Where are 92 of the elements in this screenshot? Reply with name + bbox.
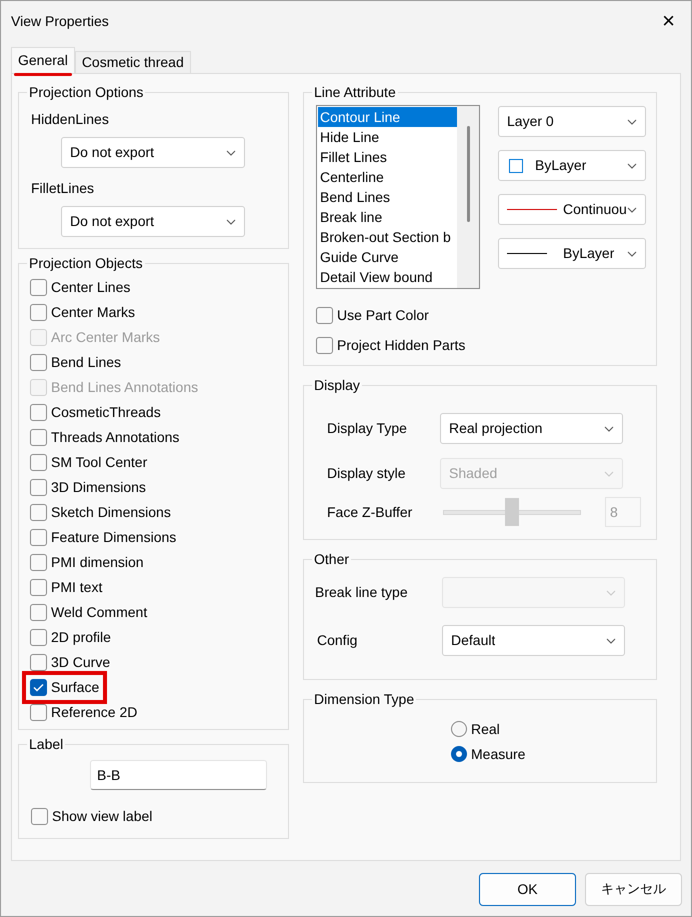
checkbox[interactable]	[30, 604, 47, 621]
dropdown[interactable]: ByLayer	[498, 238, 646, 269]
checkbox[interactable]	[30, 529, 47, 546]
list-item[interactable]: Break line	[318, 207, 457, 227]
chevron-down-icon	[627, 206, 637, 212]
chevron-down-icon	[226, 150, 236, 156]
chevron-down-icon	[627, 162, 637, 168]
dropdown[interactable]: Continuou	[498, 194, 646, 225]
scrollbar[interactable]	[457, 106, 479, 288]
line-sample-icon	[507, 253, 547, 254]
checkbox[interactable]	[30, 654, 47, 671]
radio-button[interactable]	[451, 721, 467, 737]
checkbox[interactable]	[316, 337, 333, 354]
list-item[interactable]: Fillet Lines	[318, 147, 457, 167]
checkbox-label: PMI dimension	[51, 553, 144, 572]
chevron-down-icon	[604, 426, 614, 432]
checkbox[interactable]	[30, 479, 47, 496]
checkbox-label: PMI text	[51, 578, 102, 597]
checkbox-label: 3D Curve	[51, 653, 110, 672]
list-item[interactable]: Detail View bound	[318, 267, 457, 287]
list-item[interactable]: Guide Curve	[318, 247, 457, 267]
checkbox[interactable]	[30, 454, 47, 471]
dropdown[interactable]: Do not export	[61, 206, 245, 237]
radio-button[interactable]	[451, 746, 467, 762]
field-label: Face Z-Buffer	[327, 502, 414, 522]
chevron-down-icon	[226, 218, 236, 224]
underline-annotation	[14, 73, 72, 76]
dropdown[interactable]: ByLayer	[498, 150, 646, 181]
check-icon	[33, 683, 44, 692]
checkbox-label: Center Marks	[51, 303, 136, 322]
checkbox[interactable]	[30, 554, 47, 571]
chevron-down-icon	[627, 118, 637, 124]
checkbox-label: Surface	[51, 678, 100, 697]
radio-label: Real	[471, 720, 500, 738]
checkbox-label: Threads Annotations	[51, 428, 180, 447]
ok-button[interactable]: OK	[479, 873, 576, 906]
window-title: View Properties	[11, 12, 109, 31]
field-label: Config	[316, 631, 358, 650]
checkbox[interactable]	[30, 354, 47, 371]
checkbox-label: Use Part Color	[337, 306, 429, 325]
checkbox-label: Arc Center Marks	[51, 328, 160, 347]
checkbox-label: CosmeticThreads	[51, 403, 161, 422]
field-label: Display Type	[327, 419, 408, 438]
field-label: HiddenLines	[31, 110, 110, 129]
checkbox-label: Sketch Dimensions	[51, 503, 171, 522]
chevron-down-icon	[606, 638, 616, 644]
color-swatch-icon	[509, 158, 523, 172]
tab[interactable]: General	[11, 47, 75, 73]
radio-label: Measure	[471, 744, 526, 764]
checkbox[interactable]	[316, 307, 333, 324]
dropdown[interactable]: Real projection	[440, 413, 623, 444]
checkbox[interactable]	[30, 679, 47, 696]
list-item[interactable]: Broken-out Section b	[318, 227, 457, 247]
checkbox[interactable]	[30, 404, 47, 421]
dropdown[interactable]: Do not export	[61, 137, 245, 168]
close-button[interactable]: ×	[662, 10, 675, 32]
line-sample-icon	[507, 209, 557, 210]
checkbox-label: Bend Lines Annotations	[51, 378, 198, 397]
checkbox-label: Show view label	[52, 807, 152, 826]
field-label: FilletLines	[31, 179, 96, 198]
list-item[interactable]: Hide Line	[318, 127, 457, 147]
checkbox[interactable]	[30, 304, 47, 321]
checkbox[interactable]	[30, 629, 47, 646]
checkbox-label: Weld Comment	[51, 603, 148, 622]
field-label: Display style	[327, 464, 407, 483]
list-item[interactable]: Contour Line	[318, 107, 457, 127]
chevron-down-icon	[627, 250, 637, 256]
slider[interactable]	[443, 498, 581, 526]
checkbox-label: Feature Dimensions	[51, 528, 176, 547]
list-item[interactable]: Bend Lines	[318, 187, 457, 207]
checkbox-label: Project Hidden Parts	[337, 336, 466, 355]
checkbox-label: Reference 2D	[51, 703, 138, 722]
chevron-down-icon	[606, 590, 616, 596]
cancel-button[interactable]: キャンセル	[585, 873, 682, 906]
checkbox[interactable]	[30, 579, 47, 596]
checkbox-label: SM Tool Center	[51, 453, 148, 472]
list-item[interactable]: Centerline	[318, 167, 457, 187]
checkbox-label: Center Lines	[51, 278, 130, 297]
checkbox[interactable]	[30, 504, 47, 521]
chevron-down-icon	[604, 470, 614, 476]
checkbox[interactable]	[30, 704, 47, 721]
tab[interactable]: Cosmetic thread	[74, 51, 191, 73]
checkbox[interactable]	[30, 429, 47, 446]
checkbox-label: 3D Dimensions	[51, 478, 146, 497]
checkbox-label: 2D profile	[51, 628, 111, 647]
text-field[interactable]: B-B	[90, 760, 267, 790]
dropdown[interactable]: Layer 0	[498, 106, 646, 137]
dropdown[interactable]: Default	[442, 625, 625, 656]
checkbox[interactable]	[30, 279, 47, 296]
field-label: Break line type	[315, 583, 409, 602]
checkbox-label: Bend Lines	[51, 353, 122, 372]
checkbox[interactable]	[31, 808, 48, 825]
